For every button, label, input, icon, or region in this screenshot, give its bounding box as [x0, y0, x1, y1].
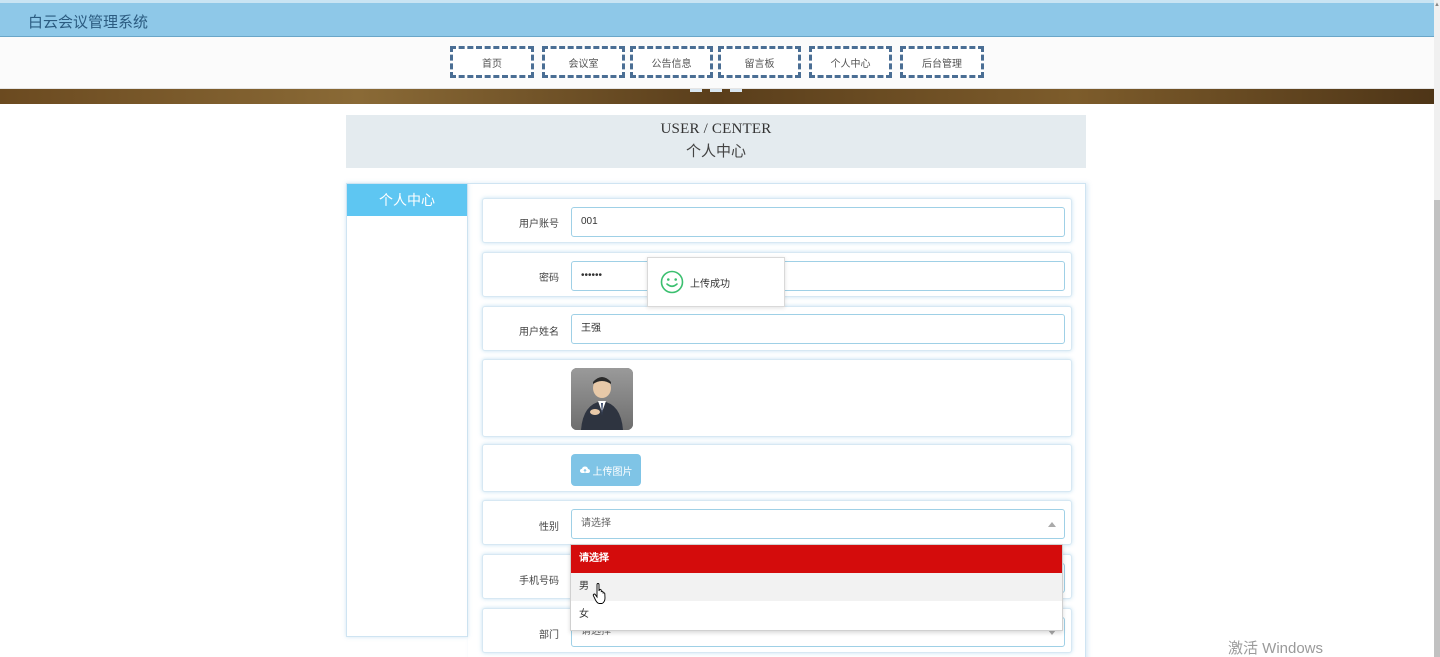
account-input[interactable]: 001 [571, 207, 1065, 237]
gender-option-male[interactable]: 男 [571, 573, 1062, 601]
nav-item-message-board[interactable]: 留言板 [718, 46, 801, 78]
section-header: USER / CENTER 个人中心 [346, 115, 1086, 168]
toast-message: 上传成功 [690, 278, 730, 290]
chevron-up-icon [1048, 522, 1056, 527]
app-header: 白云会议管理系统 [0, 0, 1434, 37]
page-scrollbar[interactable]: ▲ [1434, 0, 1440, 657]
nav-item-meeting-room[interactable]: 会议室 [542, 46, 625, 78]
nav-item-admin[interactable]: 后台管理 [900, 46, 984, 78]
form-row-upload: 上传图片 [482, 444, 1072, 492]
form-row-avatar [482, 359, 1072, 437]
nav-item-user-center[interactable]: 个人中心 [809, 46, 892, 78]
carousel-dot[interactable] [690, 89, 702, 92]
windows-activation-watermark: 激活 Windows [1228, 640, 1324, 657]
avatar-image [571, 368, 633, 430]
hand-cursor-icon [592, 583, 606, 604]
form-row-account: 用户账号 001 [482, 198, 1072, 243]
section-title-cn: 个人中心 [685, 144, 746, 160]
gender-option-female[interactable]: 女 [571, 601, 1062, 629]
name-input[interactable]: 王强 [571, 314, 1065, 344]
scrollbar-thumb[interactable] [1434, 200, 1440, 657]
password-label: 密码 [539, 273, 559, 284]
section-title-en: USER / CENTER [660, 121, 772, 137]
account-label: 用户账号 [519, 219, 559, 230]
phone-label: 手机号码 [519, 576, 559, 587]
upload-success-toast: 上传成功 [647, 257, 785, 307]
scroll-up-arrow-icon[interactable]: ▲ [1434, 0, 1440, 10]
nav-item-home[interactable]: 首页 [450, 46, 534, 78]
gender-option-placeholder[interactable]: 请选择 [571, 545, 1062, 573]
department-label: 部门 [539, 630, 559, 641]
carousel-dot[interactable] [730, 89, 742, 92]
cloud-upload-icon [579, 466, 590, 473]
avatar-person-icon [571, 368, 633, 430]
name-label: 用户姓名 [519, 327, 559, 338]
main-nav: 首页 会议室 公告信息 留言板 个人中心 后台管理 [0, 37, 1434, 89]
smile-success-icon [660, 270, 684, 294]
password-input[interactable]: •••••• [571, 261, 1065, 291]
sidebar-item-user-center[interactable]: 个人中心 [347, 184, 467, 216]
upload-button-label: 上传图片 [592, 466, 633, 478]
gender-label: 性别 [539, 522, 559, 533]
nav-item-notice[interactable]: 公告信息 [630, 46, 713, 78]
gender-select-value: 请选择 [581, 518, 611, 529]
carousel-dot[interactable] [710, 89, 722, 92]
gender-dropdown-list: 请选择 男 女 [570, 544, 1063, 631]
form-row-gender: 性别 请选择 [482, 500, 1072, 545]
gender-select[interactable]: 请选择 [571, 509, 1065, 539]
app-title: 白云会议管理系统 [28, 14, 149, 31]
sidebar: 个人中心 [346, 183, 468, 637]
form-row-name: 用户姓名 王强 [482, 306, 1072, 351]
upload-image-button[interactable]: 上传图片 [571, 454, 641, 486]
